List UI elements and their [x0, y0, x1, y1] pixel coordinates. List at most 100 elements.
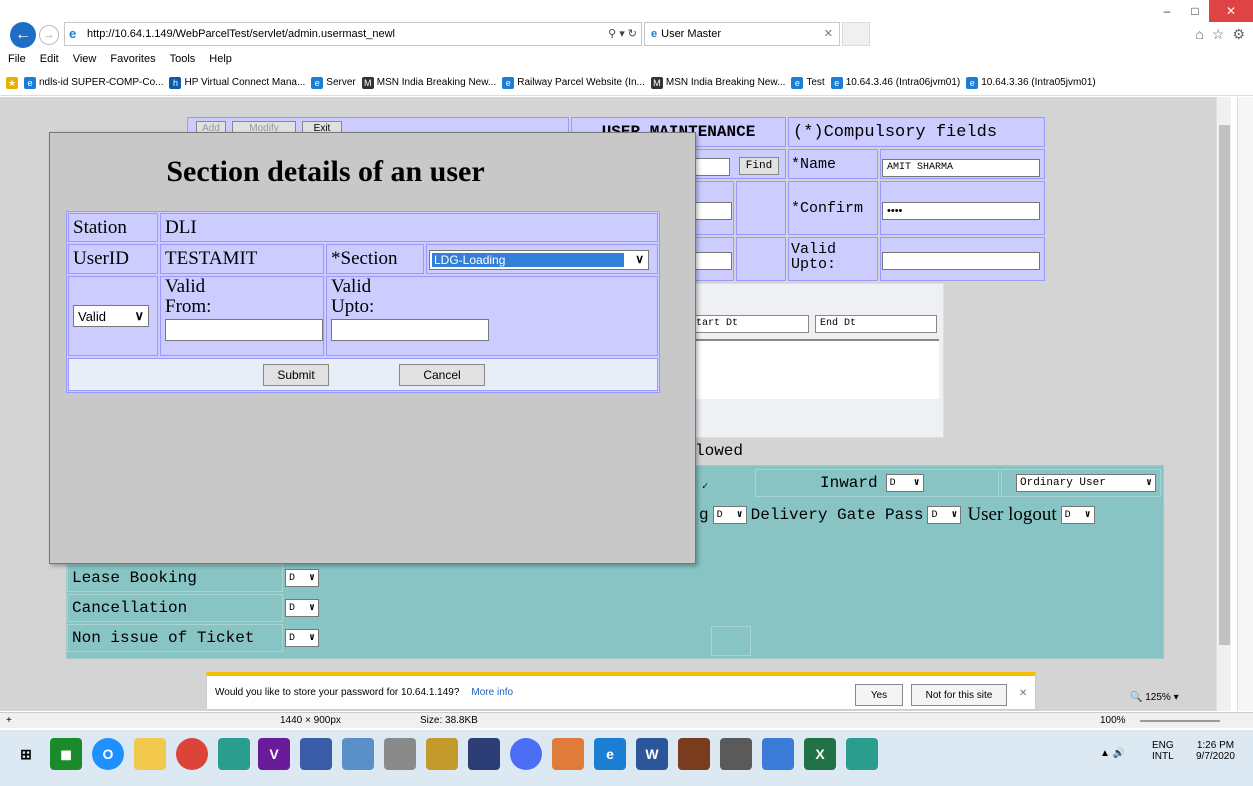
- select-cell: D ∨: [285, 564, 325, 592]
- menu-view[interactable]: View: [71, 53, 99, 65]
- app-icon[interactable]: [720, 738, 752, 770]
- ie-page-icon: e: [830, 76, 843, 89]
- vs-icon[interactable]: V: [258, 738, 290, 770]
- page-content: Add Modify Exit USER MAINTENANCE (*)Comp…: [0, 97, 1231, 711]
- fav-item[interactable]: M MSN India Breaking New...: [361, 76, 496, 89]
- address-bar[interactable]: e http://10.64.1.149/WebParcelTest/servl…: [64, 22, 642, 46]
- volume-icon[interactable]: ▲ 🔊: [1100, 748, 1125, 759]
- confirm-input[interactable]: ••••: [882, 202, 1040, 220]
- close-window-button[interactable]: ✕: [1209, 0, 1253, 22]
- password-input[interactable]: [690, 202, 732, 220]
- close-icon[interactable]: ✕: [1019, 688, 1027, 699]
- valid-from-cell: Valid From:: [160, 276, 324, 356]
- fav-item[interactable]: e 10.64.3.36 (Intra05jvm01): [966, 76, 1096, 89]
- fav-item[interactable]: e Railway Parcel Website (In...: [502, 76, 645, 89]
- forward-button[interactable]: →: [39, 25, 59, 45]
- section-select[interactable]: LDG-Loading ∨: [429, 250, 649, 270]
- non-issue-select[interactable]: D ∨: [285, 629, 319, 647]
- booking-select[interactable]: D ∨: [712, 506, 747, 524]
- fav-item[interactable]: e ndls-id SUPER-COMP-Co...: [24, 76, 163, 89]
- internet-explorer-icon[interactable]: e: [594, 738, 626, 770]
- app-icon[interactable]: [218, 738, 250, 770]
- fav-item[interactable]: e Server: [311, 76, 356, 89]
- ie-page-icon: e: [791, 76, 804, 89]
- back-button[interactable]: ←: [10, 22, 36, 48]
- word-icon[interactable]: W: [636, 738, 668, 770]
- app-icon[interactable]: [762, 738, 794, 770]
- valid-from-input[interactable]: [165, 319, 323, 341]
- app-icon[interactable]: [468, 738, 500, 770]
- app-icon[interactable]: [846, 738, 878, 770]
- menu-favorites[interactable]: Favorites: [108, 53, 157, 65]
- status-bar: + 1440 × 900px Size: 38.8KB 100%: [0, 712, 1253, 728]
- app-icon[interactable]: [552, 738, 584, 770]
- app-icon[interactable]: ◼: [50, 738, 82, 770]
- more-info-link[interactable]: More info: [471, 687, 513, 698]
- fav-item[interactable]: e 10.64.3.46 (Intra06jvm01): [830, 76, 960, 89]
- inward-select[interactable]: D ∨: [885, 474, 924, 492]
- calculator-icon[interactable]: [342, 738, 374, 770]
- select-cell: D ∨: [285, 624, 325, 652]
- plus-icon[interactable]: +: [6, 715, 12, 726]
- find-button[interactable]: Find: [739, 157, 779, 175]
- user-type-select[interactable]: Ordinary User ∨: [1016, 474, 1156, 492]
- modal-button-row: Submit Cancel: [68, 358, 658, 391]
- menu-help[interactable]: Help: [207, 53, 234, 65]
- new-tab-button[interactable]: [842, 22, 870, 46]
- app-icon[interactable]: [384, 738, 416, 770]
- submit-button[interactable]: Submit: [263, 364, 329, 386]
- menu-edit[interactable]: Edit: [38, 53, 61, 65]
- valid-upto-input[interactable]: [882, 252, 1040, 270]
- window-scrollbar[interactable]: [1237, 97, 1253, 711]
- search-refresh-icon[interactable]: ⚲ ▾ ↻: [608, 27, 637, 40]
- excel-icon[interactable]: X: [804, 738, 836, 770]
- chrome-icon[interactable]: [176, 738, 208, 770]
- scrollbar-thumb[interactable]: [1219, 125, 1230, 645]
- menu-tools[interactable]: Tools: [168, 53, 198, 65]
- fav-item[interactable]: h HP Virtual Connect Mana...: [169, 76, 305, 89]
- field-input[interactable]: [690, 252, 732, 270]
- gear-icon[interactable]: ⚙: [1232, 26, 1245, 43]
- app-icon[interactable]: [300, 738, 332, 770]
- start-date-input[interactable]: tart Dt: [691, 315, 809, 333]
- file-explorer-icon[interactable]: [134, 738, 166, 770]
- zoom-slider[interactable]: [1140, 720, 1220, 722]
- not-for-this-site-button[interactable]: Not for this site: [911, 684, 1007, 706]
- clock[interactable]: 1:26 PM 9/7/2020: [1196, 740, 1235, 762]
- home-icon[interactable]: ⌂: [1195, 26, 1203, 43]
- name-input[interactable]: AMIT SHARMA: [882, 159, 1040, 177]
- userid-input[interactable]: [690, 158, 730, 176]
- status-cell: Valid ∨: [68, 276, 158, 356]
- language-indicator[interactable]: ENG INTL: [1152, 740, 1174, 762]
- tab-close-icon[interactable]: ✕: [824, 27, 833, 40]
- app-icon[interactable]: [426, 738, 458, 770]
- fav-item[interactable]: e Test: [791, 76, 825, 89]
- favorites-star-icon[interactable]: ★: [6, 76, 18, 89]
- java-icon[interactable]: [678, 738, 710, 770]
- user-type-cell: Ordinary User ∨: [1001, 469, 1161, 497]
- eclipse-icon[interactable]: [510, 738, 542, 770]
- delivery-gate-pass-select[interactable]: D ∨: [927, 506, 962, 524]
- userid-label: UserID: [68, 244, 158, 274]
- cancellation-select[interactable]: D ∨: [285, 599, 319, 617]
- lease-booking-select[interactable]: D ∨: [285, 569, 319, 587]
- star-icon[interactable]: ☆: [1212, 26, 1225, 43]
- zoom-indicator[interactable]: 🔍 125% ▾: [1130, 692, 1179, 703]
- end-date-input[interactable]: End Dt: [815, 315, 937, 333]
- fav-item[interactable]: M MSN India Breaking New...: [650, 76, 785, 89]
- maximize-button[interactable]: □: [1181, 0, 1209, 22]
- dates-list[interactable]: [691, 339, 939, 399]
- status-select[interactable]: Valid ∨: [73, 305, 149, 327]
- permission-select[interactable]: ✓: [699, 478, 713, 496]
- cancel-button[interactable]: Cancel: [399, 364, 485, 386]
- page-scrollbar[interactable]: [1216, 97, 1231, 711]
- windows-start-icon[interactable]: ⊞: [10, 738, 42, 770]
- app-icon[interactable]: O: [92, 738, 124, 770]
- yes-button[interactable]: Yes: [855, 684, 903, 706]
- modal-valid-upto-input[interactable]: [331, 319, 489, 341]
- menu-file[interactable]: File: [6, 53, 28, 65]
- user-logout-select[interactable]: D ∨: [1060, 506, 1095, 524]
- non-issue-label: Non issue of Ticket: [72, 629, 255, 647]
- minimize-button[interactable]: –: [1153, 0, 1181, 22]
- tab-user-master[interactable]: e User Master ✕: [644, 22, 840, 46]
